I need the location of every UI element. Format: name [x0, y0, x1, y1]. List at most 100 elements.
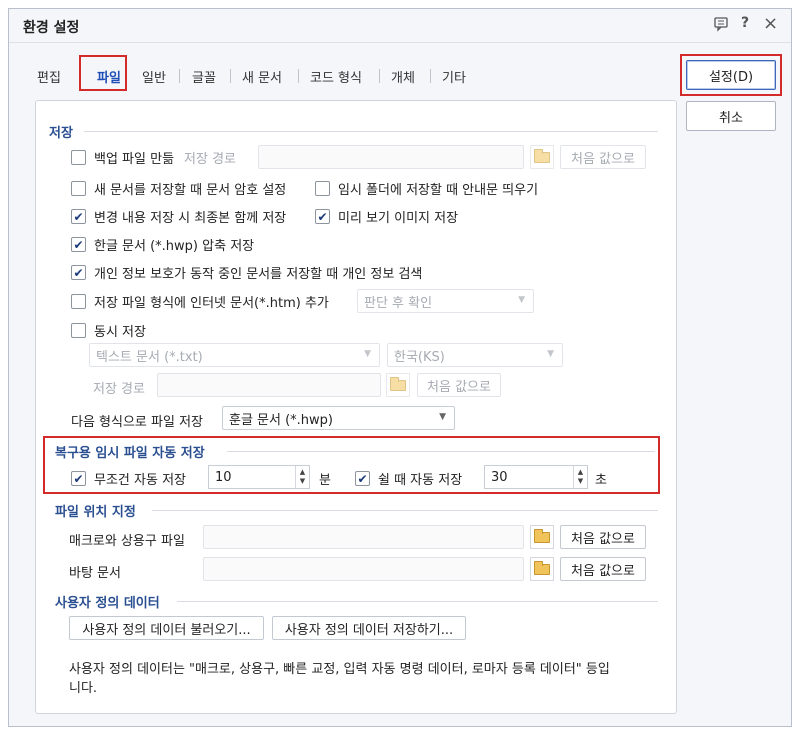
backup-label: 백업 파일 만듦 [94, 152, 175, 167]
privacy-checkbox[interactable]: ✔ [71, 265, 86, 280]
temp-folder-label: 임시 폴더에 저장할 때 안내문 띄우기 [338, 183, 539, 198]
password-label: 새 문서를 저장할 때 문서 암호 설정 [94, 183, 287, 198]
compress-row: ✔ 한글 문서 (*.hwp) 압축 저장 [71, 235, 254, 254]
load-user-data-button[interactable]: 사용자 정의 데이터 불러오기... [69, 616, 264, 640]
idle-seconds-input[interactable]: 30 ▲ ▼ [484, 465, 588, 489]
unconditional-autosave-row: ✔ 무조건 자동 저장 [71, 469, 186, 488]
password-checkbox[interactable] [71, 181, 86, 196]
file-settings-panel: 저장 백업 파일 만듦 저장 경로 처음 값으로 새 문서를 저장할 때 문서 … [35, 100, 677, 714]
preview-label: 미리 보기 이미지 저장 [338, 211, 459, 226]
tab-highlight-box [79, 55, 127, 91]
final-save-label: 변경 내용 저장 시 최종본 함께 저장 [94, 211, 287, 226]
add-htm-label: 저장 파일 형식에 인터넷 문서(*.htm) 추가 [94, 296, 329, 311]
backup-reset-button[interactable]: 처음 값으로 [560, 145, 646, 169]
save-as-value: 훈글 문서 (*.hwp) [229, 412, 334, 428]
user-data-group-title: 사용자 정의 데이터 [55, 596, 160, 611]
tab-separator [298, 69, 299, 83]
user-data-note-line1: 사용자 정의 데이터는 "매크로, 상용구, 빠른 교정, 입력 자동 명령 데… [69, 662, 610, 677]
desktop-folder-button[interactable] [530, 557, 554, 581]
tab-code-format[interactable]: 코드 형식 [310, 67, 362, 86]
save-user-data-button[interactable]: 사용자 정의 데이터 저장하기... [272, 616, 466, 640]
unconditional-minutes-input[interactable]: 10 ▲ ▼ [208, 465, 310, 489]
save-group-title: 저장 [49, 126, 73, 141]
autosave-group-title: 복구용 임시 파일 자동 저장 [55, 446, 205, 461]
chevron-down-icon: ▼ [518, 295, 525, 305]
simultaneous-checkbox[interactable] [71, 323, 86, 338]
simul-format-value: 텍스트 문서 (*.txt) [96, 349, 203, 365]
backup-path-field[interactable] [258, 145, 524, 169]
add-htm-row: 저장 파일 형식에 인터넷 문서(*.htm) 추가 [71, 292, 329, 311]
backup-checkbox[interactable] [71, 150, 86, 165]
idle-autosave-row: ✔ 쉴 때 자동 저장 [355, 469, 462, 488]
tab-general[interactable]: 일반 [142, 67, 166, 86]
save-as-label: 다음 형식으로 파일 저장 [71, 415, 203, 430]
unconditional-autosave-checkbox[interactable]: ✔ [71, 471, 86, 486]
tab-separator [230, 69, 231, 83]
title-bar: 환경 설정 ? × [9, 9, 791, 43]
tab-separator [379, 69, 380, 83]
minutes-unit: 분 [319, 473, 331, 488]
folder-icon [534, 528, 550, 543]
simul-reset-button[interactable]: 처음 값으로 [417, 373, 501, 397]
group-divider [152, 510, 658, 511]
privacy-row: ✔ 개인 정보 보호가 동작 중인 문서를 저장할 때 개인 정보 검색 [71, 263, 422, 282]
save-as-select[interactable]: 훈글 문서 (*.hwp) ▼ [222, 406, 455, 430]
user-data-note-line2: 니다. [69, 681, 98, 696]
simul-encoding-value: 한국(KS) [394, 349, 445, 365]
macro-path-field[interactable] [203, 525, 524, 549]
backup-path-label: 저장 경로 [184, 152, 237, 167]
group-divider [84, 131, 658, 132]
backup-row: 백업 파일 만듦 저장 경로 [71, 148, 236, 167]
desktop-reset-button[interactable]: 처음 값으로 [560, 557, 646, 581]
tab-font[interactable]: 글꼴 [192, 67, 216, 86]
tab-new-document[interactable]: 새 문서 [242, 67, 282, 86]
tab-separator [430, 69, 431, 83]
chevron-down-icon: ▼ [364, 349, 371, 359]
group-divider [177, 601, 658, 602]
compress-checkbox[interactable]: ✔ [71, 237, 86, 252]
simul-folder-button[interactable] [386, 373, 410, 397]
chevron-down-icon: ▼ [547, 349, 554, 359]
add-htm-checkbox[interactable] [71, 294, 86, 309]
desktop-doc-field[interactable] [203, 557, 524, 581]
temp-folder-row: 임시 폴더에 저장할 때 안내문 띄우기 [315, 179, 538, 198]
preview-row: ✔ 미리 보기 이미지 저장 [315, 207, 458, 226]
tab-separator [179, 69, 180, 83]
help-icon[interactable]: ? [741, 15, 749, 31]
simul-format-select[interactable]: 텍스트 문서 (*.txt) ▼ [89, 343, 380, 367]
close-icon[interactable]: × [763, 13, 778, 34]
final-save-checkbox[interactable]: ✔ [71, 209, 86, 224]
add-htm-option-value: 판단 후 확인 [364, 295, 433, 311]
stepper-arrows-icon[interactable]: ▲ ▼ [573, 466, 587, 488]
ok-button[interactable]: 설정(D) [686, 60, 776, 90]
folder-icon [534, 560, 550, 575]
macro-path-label: 매크로와 상용구 파일 [69, 534, 185, 549]
stepper-arrows-icon[interactable]: ▲ ▼ [295, 466, 309, 488]
backup-folder-button[interactable] [530, 145, 554, 169]
final-save-row: ✔ 변경 내용 저장 시 최종본 함께 저장 [71, 207, 286, 226]
tab-object[interactable]: 개체 [391, 67, 415, 86]
temp-folder-checkbox[interactable] [315, 181, 330, 196]
macro-folder-button[interactable] [530, 525, 554, 549]
privacy-label: 개인 정보 보호가 동작 중인 문서를 저장할 때 개인 정보 검색 [94, 267, 423, 282]
chevron-down-icon: ▼ [439, 412, 446, 422]
add-htm-option-select[interactable]: 판단 후 확인 ▼ [357, 289, 534, 313]
simul-encoding-select[interactable]: 한국(KS) ▼ [387, 343, 563, 367]
password-row: 새 문서를 저장할 때 문서 암호 설정 [71, 179, 286, 198]
preview-checkbox[interactable]: ✔ [315, 209, 330, 224]
folder-icon [390, 376, 406, 391]
dialog-title: 환경 설정 [23, 20, 80, 36]
cancel-button[interactable]: 취소 [686, 101, 776, 131]
simul-path-field[interactable] [157, 373, 381, 397]
group-divider [227, 451, 655, 452]
comment-icon[interactable] [713, 16, 729, 36]
tab-edit[interactable]: 편집 [37, 67, 61, 86]
settings-dialog: 환경 설정 ? × 편집 파일 일반 글꼴 새 문서 코드 형식 개체 기타 설… [8, 8, 792, 727]
idle-autosave-checkbox[interactable]: ✔ [355, 471, 370, 486]
simultaneous-row: 동시 저장 [71, 321, 146, 340]
tab-etc[interactable]: 기타 [442, 67, 466, 86]
compress-label: 한글 문서 (*.hwp) 압축 저장 [94, 239, 255, 254]
location-group-title: 파일 위치 지정 [55, 505, 136, 520]
macro-reset-button[interactable]: 처음 값으로 [560, 525, 646, 549]
folder-icon [534, 148, 550, 163]
